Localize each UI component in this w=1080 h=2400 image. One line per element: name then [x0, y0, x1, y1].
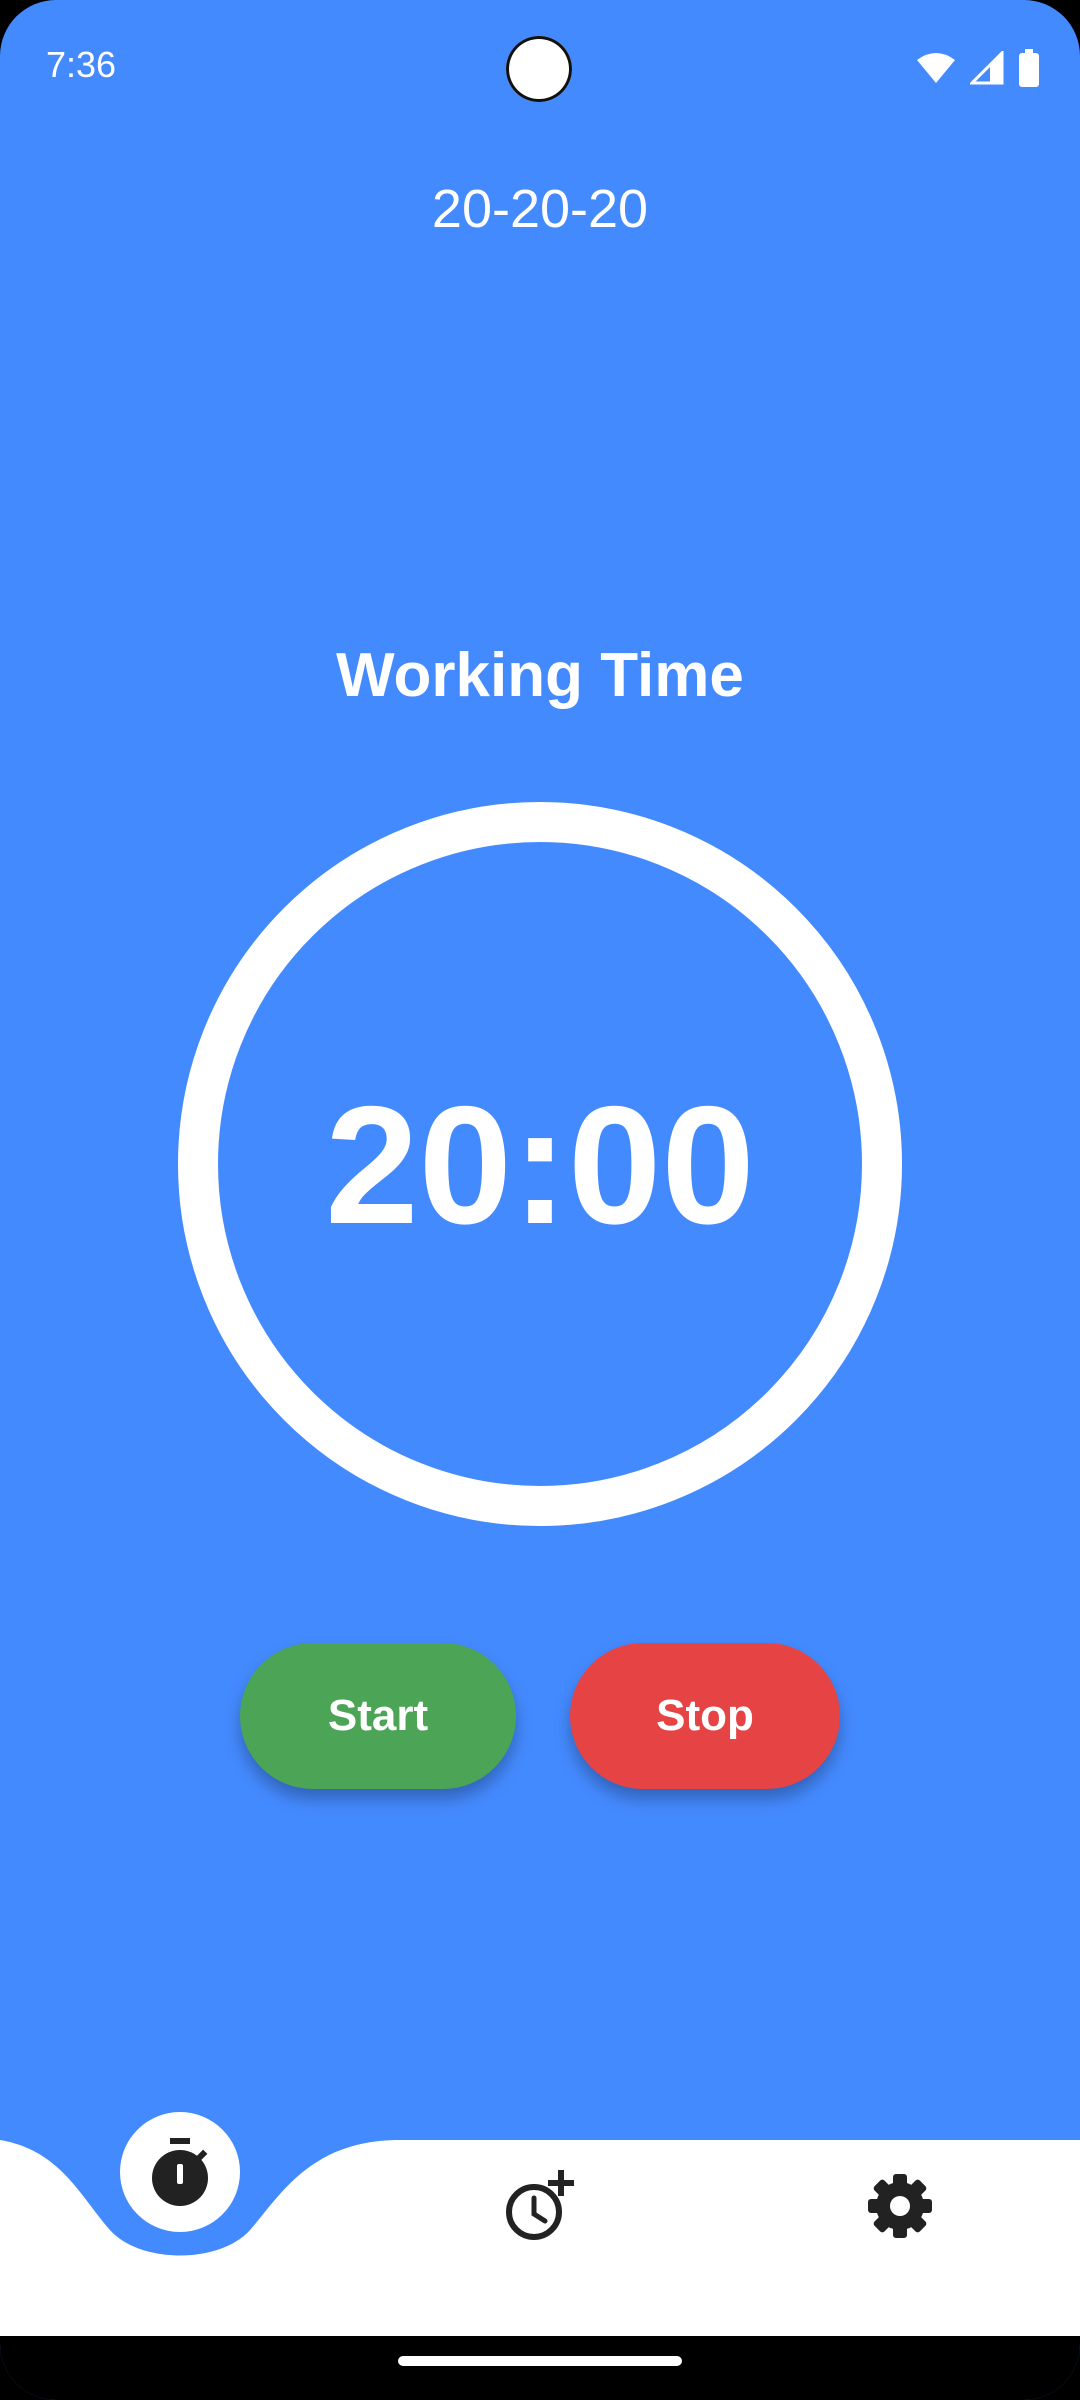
home-gesture-handle[interactable]: [398, 2356, 682, 2366]
nav-timer-tab[interactable]: [120, 2112, 240, 2232]
signal-icon: [970, 51, 1004, 85]
camera-cutout: [506, 36, 572, 102]
nav-add-alarm-tab[interactable]: [500, 2166, 580, 2246]
start-button[interactable]: Start: [240, 1643, 516, 1789]
status-time: 7:36: [46, 44, 117, 85]
timer-display: 20:00: [325, 1071, 755, 1259]
gear-icon: [868, 2174, 932, 2238]
nav-settings-tab[interactable]: [860, 2166, 940, 2246]
add-alarm-icon: [506, 2170, 574, 2240]
phase-label: Working Time: [336, 641, 744, 710]
gesture-bar: [0, 2336, 1080, 2400]
stopwatch-icon: [152, 2138, 208, 2206]
app-screen: 7:36 20-20-20 Working Time 20:00 Start S…: [0, 0, 1080, 2400]
stop-button[interactable]: Stop: [570, 1643, 840, 1789]
status-bar: 7:36: [0, 0, 1080, 140]
status-icons: [916, 48, 1040, 88]
app-title: 20-20-20: [431, 179, 649, 239]
wifi-icon: [917, 53, 955, 83]
battery-icon: [1019, 49, 1039, 87]
